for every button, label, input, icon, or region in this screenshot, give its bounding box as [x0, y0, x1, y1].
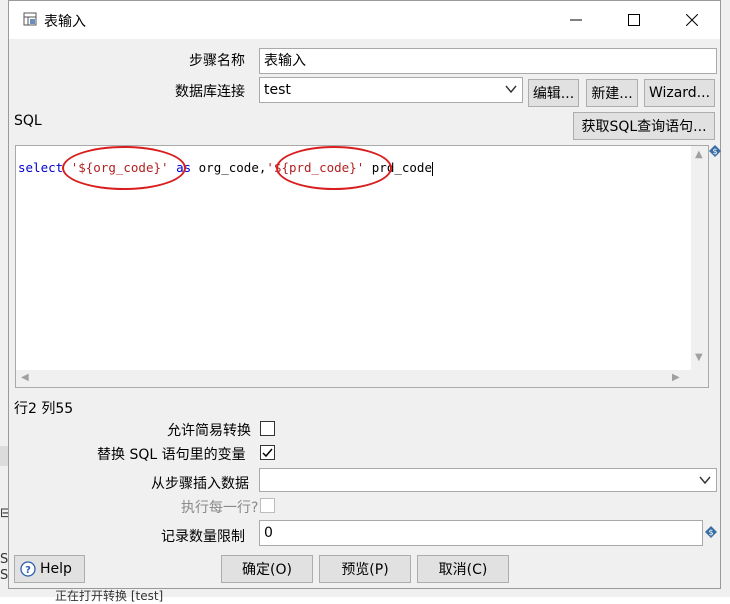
- execute-each-row-label: 执行每一行?: [181, 500, 259, 516]
- highlight-ellipse-prd-code: [276, 146, 392, 190]
- checkmark-icon: [262, 448, 273, 458]
- scroll-down-icon[interactable]: ▼: [695, 352, 703, 363]
- sql-horizontal-scrollbar[interactable]: ◀ ▶: [16, 370, 692, 387]
- sql-vertical-scrollbar[interactable]: ▲ ▼: [691, 146, 708, 371]
- ok-button[interactable]: 确定(O): [221, 555, 313, 583]
- maximize-button[interactable]: [605, 1, 663, 39]
- table-input-icon: [23, 12, 37, 26]
- maximize-icon: [628, 14, 640, 26]
- cursor-position: 行2 列55: [14, 401, 74, 417]
- scroll-left-icon[interactable]: ◀: [21, 372, 29, 383]
- limit-input[interactable]: 0: [259, 520, 703, 546]
- close-icon: [686, 14, 698, 26]
- sql-label: SQL: [14, 113, 42, 129]
- svg-text:$: $: [708, 528, 713, 537]
- db-connection-value: test: [264, 82, 291, 98]
- minimize-button[interactable]: [547, 1, 605, 39]
- db-connection-select[interactable]: test: [259, 77, 523, 103]
- execute-each-row-checkbox[interactable]: [260, 498, 275, 513]
- background-status-text: 正在打开转换 [test]: [55, 589, 164, 603]
- variable-icon: $: [705, 526, 717, 538]
- get-sql-button[interactable]: 获取SQL查询语句...: [573, 112, 715, 140]
- chevron-down-icon: [699, 476, 711, 485]
- lazy-conversion-checkbox[interactable]: [260, 421, 275, 436]
- text-caret: [431, 161, 433, 176]
- replace-variables-label: 替换 SQL 语句里的变量: [97, 447, 246, 463]
- insert-from-step-label: 从步骤插入数据: [151, 476, 249, 492]
- replace-variables-checkbox[interactable]: [260, 445, 275, 460]
- highlight-ellipse-org-code: [62, 146, 186, 190]
- help-icon: ?: [20, 561, 36, 577]
- cancel-button[interactable]: 取消(C): [417, 555, 509, 583]
- preview-button[interactable]: 预览(P): [319, 555, 411, 583]
- variable-icon: $: [709, 145, 721, 157]
- wizard-button[interactable]: Wizard...: [644, 79, 715, 107]
- help-button[interactable]: ? Help: [14, 555, 85, 583]
- edit-connection-button[interactable]: 编辑...: [528, 79, 579, 107]
- table-input-dialog: 表输入 步骤名称 表输入 数据库连接 test 编辑... 新建... Wiza…: [8, 0, 721, 589]
- sql-alias-org-code: org_code,: [198, 160, 267, 175]
- scroll-corner: [691, 370, 708, 387]
- window-title: 表输入: [44, 14, 86, 30]
- title-bar[interactable]: 表输入: [9, 1, 720, 39]
- limit-label: 记录数量限制: [161, 529, 245, 545]
- scroll-right-icon[interactable]: ▶: [672, 372, 680, 383]
- insert-from-step-select[interactable]: [259, 468, 717, 492]
- new-connection-button[interactable]: 新建...: [586, 79, 638, 107]
- scroll-up-icon[interactable]: ▲: [695, 149, 703, 160]
- sql-keyword-select: select: [18, 160, 64, 175]
- help-label: Help: [40, 561, 72, 577]
- sql-editor[interactable]: select '${org_code}' as org_code,'${prd_…: [15, 145, 709, 388]
- lazy-conversion-label: 允许简易转换: [167, 423, 251, 439]
- db-connection-label: 数据库连接: [175, 84, 245, 100]
- step-name-input[interactable]: 表输入: [259, 48, 717, 74]
- svg-text:$: $: [712, 147, 717, 156]
- close-button[interactable]: [663, 1, 721, 39]
- svg-text:?: ?: [25, 565, 31, 576]
- chevron-down-icon: [505, 85, 517, 94]
- step-name-label: 步骤名称: [189, 53, 245, 69]
- minimize-icon: [570, 19, 582, 21]
